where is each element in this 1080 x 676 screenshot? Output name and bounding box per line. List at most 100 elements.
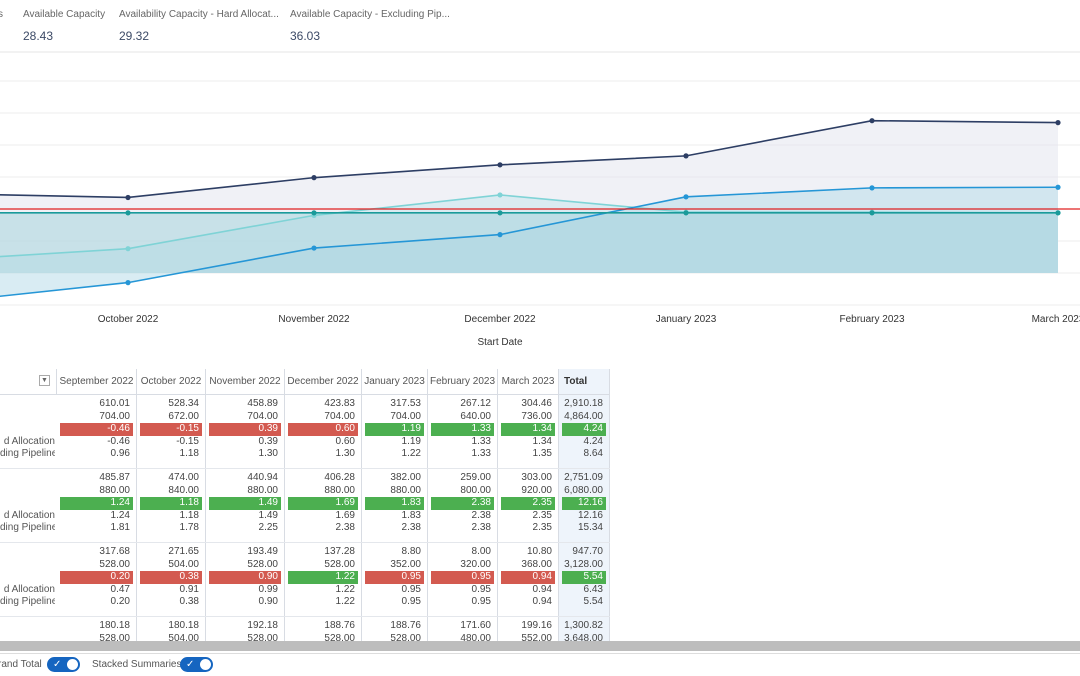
row-label: ding Pipeline	[0, 448, 55, 460]
table-cell: 6,080.00	[564, 484, 603, 496]
table-cell: 199.16	[521, 620, 552, 631]
data-point	[683, 153, 689, 159]
horizontal-scrollbar[interactable]	[0, 641, 1080, 651]
column-header[interactable]: Total	[559, 369, 610, 395]
row-label: d Allocation	[3, 435, 55, 447]
table-cell: 0.38	[140, 571, 202, 584]
table-cell: 1.30	[258, 448, 278, 460]
table-cell: 1.19	[365, 423, 424, 436]
data-point	[683, 210, 689, 216]
table-cell: 180.18	[99, 620, 130, 631]
table-cell: 0.60	[288, 423, 358, 436]
table-cell: 137.28	[324, 546, 355, 557]
table-cell: 1.18	[140, 497, 202, 510]
table-cell: 1.83	[365, 497, 424, 510]
filter-dropdown-icon[interactable]: ▼	[39, 375, 50, 386]
table-cell: 528.00	[247, 632, 278, 641]
table-cell: 1.33	[471, 435, 491, 447]
footer-options: rand Total ✓ Stacked Summaries ✓	[0, 653, 1080, 676]
grand-total-toggle[interactable]: ✓	[47, 657, 80, 672]
table-cell: 171.60	[460, 620, 491, 631]
column-header[interactable]: October 2022	[137, 369, 206, 395]
table-cell: 12.16	[577, 509, 603, 521]
column-header[interactable]: November 2022	[206, 369, 285, 395]
data-point	[497, 192, 503, 198]
table-cell: 1.69	[335, 509, 355, 521]
table-cell: 1,300.82	[564, 620, 603, 631]
table-cell: 0.38	[179, 596, 199, 608]
table-cell: 1.81	[110, 522, 130, 534]
table-cell: 704.00	[390, 410, 421, 422]
table-cell: 0.94	[532, 583, 552, 595]
table-cell: 2.35	[501, 497, 555, 510]
table-cell: 188.76	[390, 620, 421, 631]
table-cell: 2.38	[431, 497, 494, 510]
column-header[interactable]: March 2023	[498, 369, 559, 395]
table-cell: 0.94	[501, 571, 555, 584]
column-header[interactable]: December 2022	[285, 369, 362, 395]
stacked-summaries-toggle[interactable]: ✓	[180, 657, 213, 672]
table-cell: 10.80	[526, 546, 552, 557]
table-cell: 640.00	[460, 410, 491, 422]
check-icon: ✓	[186, 659, 195, 670]
data-point	[497, 162, 503, 168]
table-cell: 188.76	[324, 620, 355, 631]
data-point	[311, 210, 317, 216]
stacked-summaries-label: Stacked Summaries	[92, 659, 182, 670]
group-divider	[0, 542, 610, 543]
x-axis-title: Start Date	[477, 337, 522, 348]
data-point	[311, 245, 317, 251]
row-header-cell: ▼	[0, 369, 57, 395]
table-cell: -0.15	[176, 435, 199, 447]
table-cell: 1.18	[179, 509, 199, 521]
table-cell: 1.34	[501, 423, 555, 436]
table-cell: 1.49	[209, 497, 281, 510]
table-cell: 1.69	[288, 497, 358, 510]
table-cell: 1.35	[532, 448, 552, 460]
table-cell: 193.49	[247, 546, 278, 557]
table-cell: 1.22	[335, 596, 355, 608]
table-cell: 704.00	[324, 410, 355, 422]
table-cell: 2,910.18	[564, 398, 603, 409]
data-point	[125, 280, 131, 286]
table-cell: 0.95	[401, 583, 421, 595]
table-cell: 0.95	[401, 596, 421, 608]
table-cell: 440.94	[247, 472, 278, 483]
check-icon: ✓	[53, 659, 62, 670]
row-label: ding Pipeline	[0, 522, 55, 534]
table-cell: 458.89	[247, 398, 278, 409]
table-cell: 0.60	[335, 435, 355, 447]
column-header[interactable]: January 2023	[362, 369, 428, 395]
column-header[interactable]: February 2023	[428, 369, 498, 395]
table-cell: 880.00	[99, 484, 130, 496]
table-cell: 0.95	[471, 596, 491, 608]
table-cell: 2.38	[335, 522, 355, 534]
column-header[interactable]: September 2022	[57, 369, 137, 395]
table-cell: 317.53	[390, 398, 421, 409]
table-cell: 0.99	[258, 583, 278, 595]
group-divider	[0, 616, 610, 617]
table-cell: 5.54	[562, 571, 606, 584]
data-point	[869, 185, 875, 191]
table-cell: 2.35	[532, 522, 552, 534]
table-cell: 2,751.09	[564, 472, 603, 483]
table-cell: 1.24	[110, 509, 130, 521]
table-cell: 704.00	[247, 410, 278, 422]
table-cell: 528.00	[390, 632, 421, 641]
table-cell: 259.00	[460, 472, 491, 483]
data-point	[683, 194, 689, 200]
table-cell: 8.00	[471, 546, 491, 557]
table-cell: 504.00	[168, 558, 199, 570]
x-tick-label: February 2023	[839, 314, 904, 325]
table-cell: 0.90	[258, 596, 278, 608]
table-cell: 736.00	[521, 410, 552, 422]
table-cell: 0.20	[110, 596, 130, 608]
table-cell: 704.00	[99, 410, 130, 422]
table-cell: 1.22	[401, 448, 421, 460]
table-cell: 0.20	[60, 571, 133, 584]
table-cell: -0.15	[140, 423, 202, 436]
table-cell: 2.38	[471, 509, 491, 521]
data-point	[125, 210, 131, 216]
table-cell: 8.64	[583, 448, 603, 460]
table-cell: 382.00	[390, 472, 421, 483]
